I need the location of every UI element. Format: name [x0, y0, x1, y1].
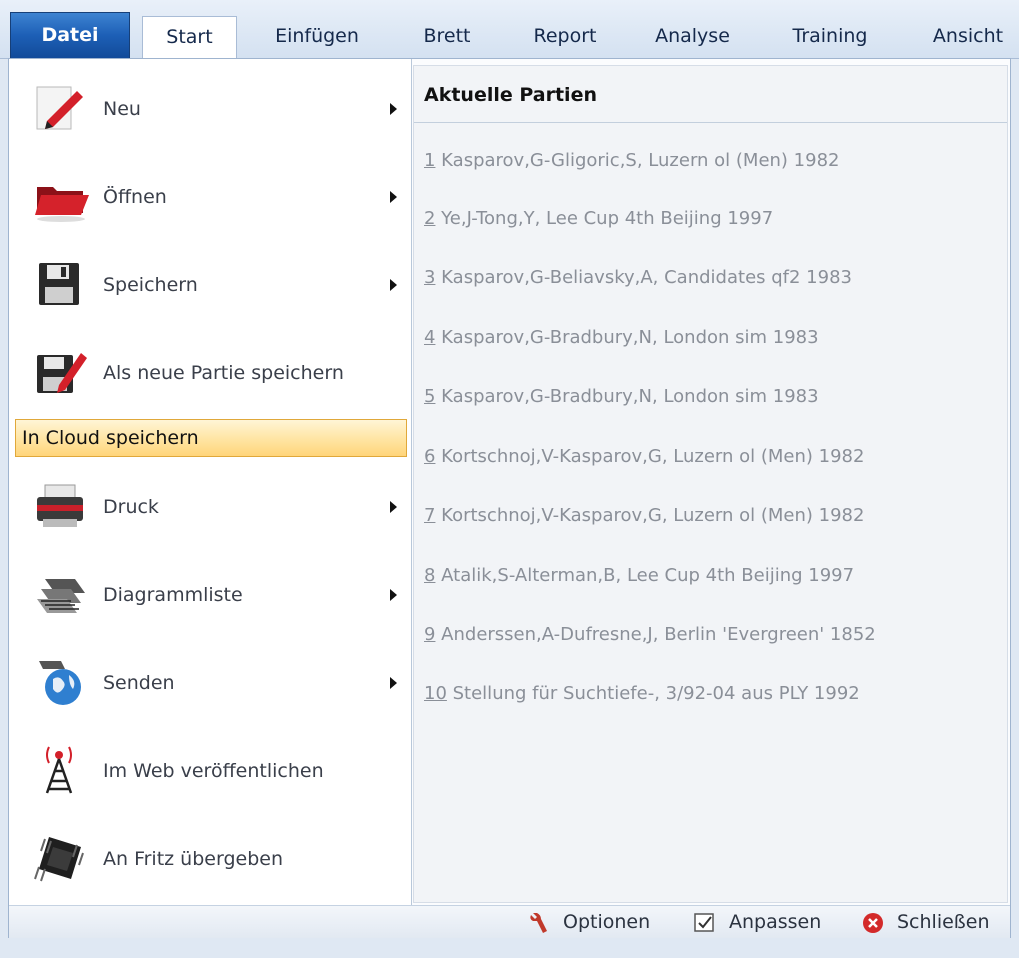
menu-item-label: Neu [103, 98, 141, 120]
save-as-icon [31, 345, 91, 401]
tab-training[interactable]: Training [780, 16, 880, 58]
recent-game-item[interactable]: 1 Kasparov,G-Gligoric,S, Luzern ol (Men)… [424, 150, 839, 171]
recent-game-item[interactable]: 8 Atalik,S-Alterman,B, Lee Cup 4th Beiji… [424, 565, 854, 586]
chip-icon [31, 831, 91, 887]
options-label: Optionen [563, 911, 651, 933]
menu-item-label: Als neue Partie speichern [103, 362, 344, 384]
game-label: Kasparov,G-Bradbury,N, London sim 1983 [435, 327, 819, 348]
submenu-arrow-icon [390, 279, 397, 291]
menu-item-oeffnen[interactable]: Öffnen [13, 155, 409, 239]
submenu-arrow-icon [390, 191, 397, 203]
menu-item-druck[interactable]: Druck [13, 465, 409, 549]
game-label: Kortschnoj,V-Kasparov,G, Luzern ol (Men)… [435, 446, 865, 467]
customize-icon [694, 913, 714, 932]
close-icon [863, 913, 883, 933]
submenu-arrow-icon [390, 501, 397, 513]
divider [414, 122, 1007, 123]
menu-item-label: Druck [103, 496, 159, 518]
ribbon-tab-bar: Datei Start Einfügen Brett Report Analys… [0, 0, 1019, 59]
antenna-icon [31, 743, 91, 799]
game-number: 10 [424, 683, 447, 704]
tab-einfuegen[interactable]: Einfügen [262, 16, 372, 58]
file-menu-commands: Neu Öffnen Speichern Als neue Partie spe… [9, 59, 412, 905]
printer-icon [31, 479, 91, 535]
chessboard-icon [31, 567, 91, 623]
game-number: 3 [424, 267, 436, 288]
recent-games-pane: Aktuelle Partien 1 Kasparov,G-Gligoric,S… [413, 65, 1008, 903]
game-label: Ye,J-Tong,Y, Lee Cup 4th Beijing 1997 [435, 208, 774, 229]
menu-item-label: Diagrammliste [103, 584, 243, 606]
game-number: 5 [424, 386, 436, 407]
menu-item-senden[interactable]: Senden [13, 641, 409, 725]
game-label: Kasparov,G-Beliavsky,A, Candidates qf2 1… [435, 267, 852, 288]
menu-item-neu[interactable]: Neu [13, 67, 409, 151]
tab-start[interactable]: Start [142, 16, 237, 58]
menu-item-label: Speichern [103, 274, 198, 296]
game-number: 7 [424, 505, 436, 526]
menu-item-im-web-veroeffentlichen[interactable]: Im Web veröffentlichen [13, 729, 409, 813]
game-label: Kasparov,G-Bradbury,N, London sim 1983 [435, 386, 819, 407]
game-number: 6 [424, 446, 436, 467]
game-number: 8 [424, 565, 436, 586]
recent-game-item[interactable]: 7 Kortschnoj,V-Kasparov,G, Luzern ol (Me… [424, 505, 864, 526]
menu-item-diagrammliste[interactable]: Diagrammliste [13, 553, 409, 637]
menu-item-speichern[interactable]: Speichern [13, 243, 409, 327]
tab-ansicht[interactable]: Ansicht [922, 16, 1014, 58]
game-number: 1 [424, 150, 436, 171]
game-number: 9 [424, 624, 436, 645]
submenu-arrow-icon [390, 589, 397, 601]
floppy-disk-icon [31, 257, 91, 313]
tab-datei[interactable]: Datei [10, 12, 130, 58]
game-label: Atalik,S-Alterman,B, Lee Cup 4th Beijing… [435, 565, 855, 586]
recent-games-title: Aktuelle Partien [424, 84, 597, 106]
recent-game-item[interactable]: 6 Kortschnoj,V-Kasparov,G, Luzern ol (Me… [424, 446, 864, 467]
recent-game-item[interactable]: 9 Anderssen,A-Dufresne,J, Berlin 'Evergr… [424, 624, 876, 645]
pencil-icon [31, 81, 91, 137]
menu-item-label: Senden [103, 672, 175, 694]
file-menu-footer: Optionen Anpassen Schließen [9, 905, 1010, 938]
customize-label: Anpassen [729, 911, 822, 933]
tab-brett[interactable]: Brett [412, 16, 482, 58]
menu-item-an-fritz[interactable]: An Fritz übergeben [13, 817, 409, 901]
tab-analyse[interactable]: Analyse [645, 16, 740, 58]
recent-game-item[interactable]: 10 Stellung für Suchtiefe-, 3/92-04 aus … [424, 683, 860, 704]
game-number: 2 [424, 208, 436, 229]
menu-item-label: An Fritz übergeben [103, 848, 283, 870]
options-button[interactable]: Optionen [527, 906, 677, 938]
game-label: Kortschnoj,V-Kasparov,G, Luzern ol (Men)… [435, 505, 865, 526]
tab-report[interactable]: Report [520, 16, 610, 58]
game-number: 4 [424, 327, 436, 348]
globe-icon [31, 655, 91, 711]
close-label: Schließen [897, 911, 990, 933]
game-label: Kasparov,G-Gligoric,S, Luzern ol (Men) 1… [435, 150, 840, 171]
game-label: Anderssen,A-Dufresne,J, Berlin 'Evergree… [435, 624, 876, 645]
menu-item-label: Im Web veröffentlichen [103, 760, 324, 782]
menu-item-als-neue-partie[interactable]: Als neue Partie speichern [13, 331, 409, 415]
folder-icon [31, 169, 91, 225]
recent-game-item[interactable]: 4 Kasparov,G-Bradbury,N, London sim 1983 [424, 327, 819, 348]
submenu-arrow-icon [390, 677, 397, 689]
menu-item-label: Öffnen [103, 186, 167, 208]
recent-game-item[interactable]: 5 Kasparov,G-Bradbury,N, London sim 1983 [424, 386, 819, 407]
wrench-icon [530, 913, 547, 933]
menu-item-label: In Cloud speichern [22, 427, 199, 449]
close-button[interactable]: Schließen [861, 906, 1001, 938]
recent-game-item[interactable]: 3 Kasparov,G-Beliavsky,A, Candidates qf2… [424, 267, 852, 288]
recent-game-item[interactable]: 2 Ye,J-Tong,Y, Lee Cup 4th Beijing 1997 [424, 208, 773, 229]
customize-button[interactable]: Anpassen [693, 906, 843, 938]
submenu-arrow-icon [390, 103, 397, 115]
game-label: Stellung für Suchtiefe-, 3/92-04 aus PLY… [446, 683, 860, 704]
file-menu: Neu Öffnen Speichern Als neue Partie spe… [8, 58, 1011, 938]
menu-item-in-cloud-speichern[interactable]: In Cloud speichern [15, 419, 407, 457]
